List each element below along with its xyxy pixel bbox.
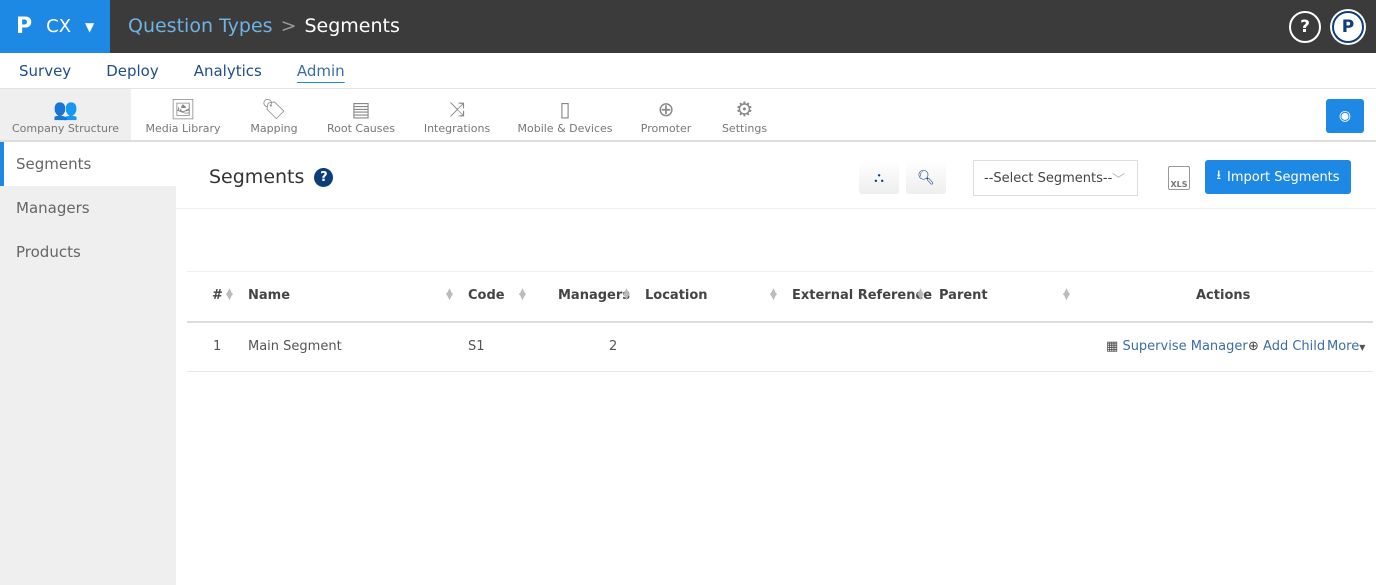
download-icon: ⭳ — [1216, 168, 1221, 183]
nav-deploy[interactable]: Deploy — [106, 62, 159, 80]
caret-down-icon: ▼ — [1359, 343, 1366, 352]
nav-survey[interactable]: Survey — [19, 62, 71, 80]
people-icon: 👥 — [53, 97, 78, 121]
tool-mobile-devices[interactable]: ▯ Mobile & Devices — [505, 89, 625, 140]
chat-plus-icon: ⊕ — [657, 97, 675, 121]
col-external-reference[interactable]: External Reference — [792, 288, 932, 303]
hierarchy-view-button[interactable]: ⛬ — [859, 161, 899, 194]
breadcrumb-link[interactable]: Question Types — [128, 15, 273, 37]
tool-media-library[interactable]: 🖼 Media Library — [131, 89, 235, 140]
sort-icon[interactable]: ▲ ▼ — [226, 288, 233, 302]
tool-promoter[interactable]: ⊕ Promoter — [625, 89, 707, 140]
cell-name: Main Segment — [248, 339, 342, 354]
supervise-manager-link[interactable]: ▦ Supervise Manager — [1106, 339, 1248, 354]
more-dropdown[interactable]: More▼ — [1327, 339, 1365, 354]
page-title-wrap: Segments? — [209, 166, 334, 188]
select-value: --Select Segments-- — [984, 170, 1113, 186]
shuffle-icon: ⤨ — [449, 97, 465, 121]
admin-toolbar: 👥 Company Structure 🖼 Media Library 🏷 Mappi… — [0, 89, 1376, 142]
root-causes-icon: ▤ — [351, 97, 371, 121]
cell-managers: 2 — [609, 339, 618, 354]
col-location[interactable]: Location — [645, 288, 708, 303]
logo-icon: P — [16, 14, 33, 39]
grid-icon: ▦ — [1106, 339, 1119, 354]
col-name[interactable]: Name — [248, 288, 290, 303]
tool-root-causes[interactable]: ▤ Root Causes — [313, 89, 409, 140]
image-icon: 🖼 — [170, 97, 196, 121]
header-divider — [187, 321, 1373, 323]
sort-icon[interactable]: ▲ ▼ — [1063, 288, 1070, 302]
sidebar: Segments Managers Products — [0, 142, 176, 585]
col-code[interactable]: Code — [468, 288, 505, 303]
nav-admin[interactable]: Admin — [297, 62, 345, 80]
xls-export-icon[interactable]: XLS — [1168, 166, 1190, 190]
chevron-right-icon: > — [280, 15, 297, 37]
help-icon[interactable]: ? — [314, 167, 334, 187]
cell-code: S1 — [468, 339, 485, 354]
chevron-down-icon: ﹀ — [1111, 172, 1125, 188]
tool-integrations[interactable]: ⤨ Integrations — [409, 89, 505, 140]
sort-icon[interactable]: ▲ ▼ — [917, 288, 924, 302]
sort-icon[interactable]: ▲ ▼ — [446, 288, 453, 302]
plus-circle-icon: ⊕ — [1248, 339, 1259, 354]
sitemap-icon: ⛬ — [874, 169, 884, 186]
gear-icon: ⚙ — [735, 97, 754, 121]
eye-icon: ◉ — [1338, 108, 1352, 124]
product-name: CX — [46, 16, 72, 37]
profile-icon[interactable]: P — [1332, 11, 1364, 43]
add-child-link[interactable]: ⊕ Add Child — [1248, 339, 1325, 354]
breadcrumb: Question Types > Segments — [128, 15, 400, 37]
sort-icon[interactable]: ▲ ▼ — [519, 288, 526, 302]
col-actions: Actions — [1196, 288, 1251, 303]
cell-num: 1 — [213, 339, 222, 354]
sort-icon[interactable]: ▲ ▼ — [623, 288, 630, 302]
tool-mapping[interactable]: 🏷 Mapping — [235, 89, 313, 140]
import-segments-button[interactable]: ⭳ Import Segments — [1205, 160, 1351, 194]
row-divider — [187, 371, 1373, 372]
caret-down-icon: ▼ — [85, 19, 95, 34]
tag-icon: 🏷 — [261, 97, 287, 121]
tool-settings[interactable]: ⚙ Settings — [707, 89, 782, 140]
tool-company-structure[interactable]: 👥 Company Structure — [0, 89, 131, 140]
product-switcher[interactable]: P CX ▼ — [0, 0, 110, 53]
nav-analytics[interactable]: Analytics — [194, 62, 262, 80]
main-nav: Survey Deploy Analytics Admin — [0, 53, 1376, 89]
search-icon: 🔍︎ — [917, 169, 935, 186]
divider — [176, 208, 1376, 209]
col-managers[interactable]: Managers — [558, 288, 630, 303]
breadcrumb-current: Segments — [304, 15, 400, 37]
col-num[interactable]: # — [212, 288, 223, 303]
page-title: Segments — [209, 166, 305, 188]
top-bar: P CX ▼ Question Types > Segments ? P — [0, 0, 1376, 53]
help-icon[interactable]: ? — [1289, 11, 1321, 43]
mobile-icon: ▯ — [559, 97, 571, 121]
sidebar-item-managers[interactable]: Managers — [0, 186, 176, 230]
sort-icon[interactable]: ▲ ▼ — [770, 288, 777, 302]
col-parent[interactable]: Parent — [939, 288, 988, 303]
divider — [187, 271, 1373, 272]
search-button[interactable]: 🔍︎ — [906, 161, 946, 194]
sidebar-item-products[interactable]: Products — [0, 230, 176, 274]
sidebar-item-segments[interactable]: Segments — [0, 142, 176, 186]
segments-select[interactable]: --Select Segments-- ﹀ — [973, 160, 1138, 196]
preview-button[interactable]: ◉ — [1326, 99, 1364, 133]
